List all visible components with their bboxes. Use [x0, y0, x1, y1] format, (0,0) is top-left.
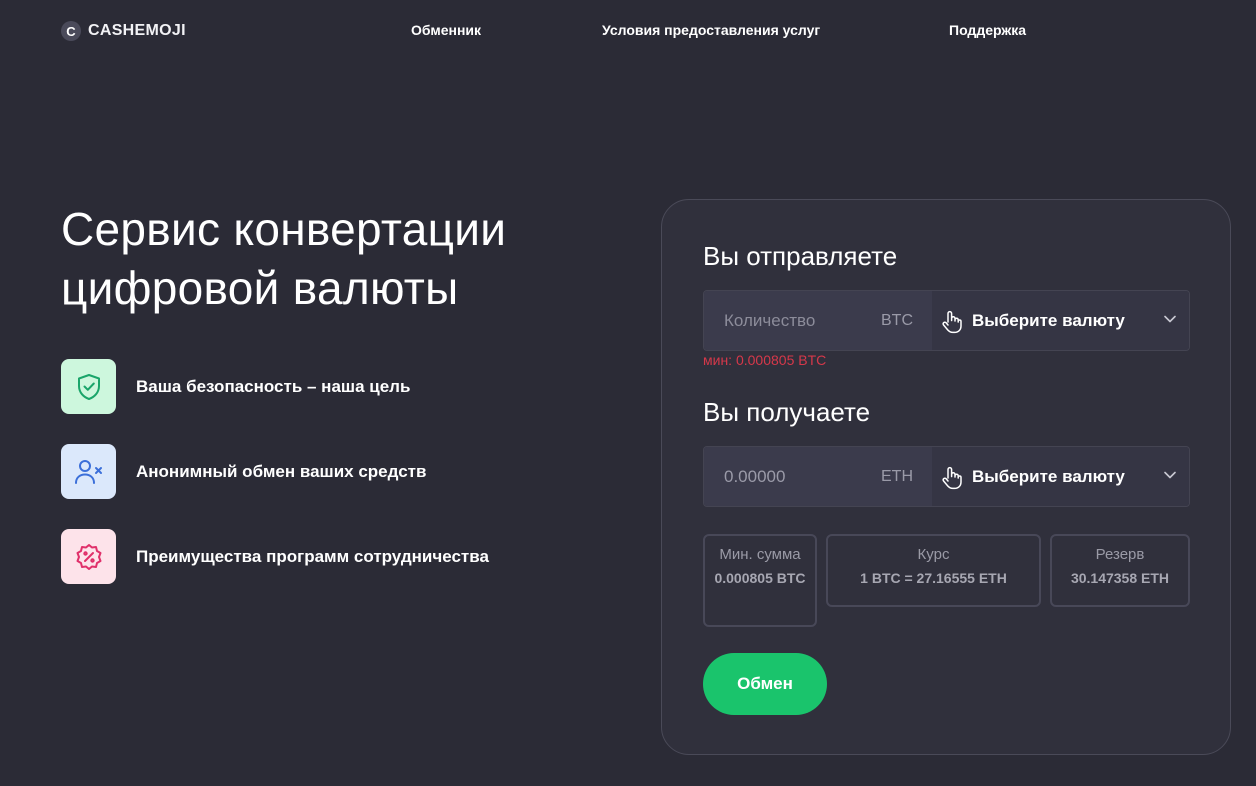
send-select-label: Выберите валюту [972, 311, 1125, 330]
feature-text: Преимущества программ сотрудничества [136, 546, 489, 566]
min-amount-value: 0.000805 BTC [714, 570, 806, 586]
feature-text: Ваша безопасность – наша цель [136, 376, 411, 396]
min-amount-box: Мин. сумма 0.000805 BTC [703, 534, 817, 627]
rate-value: 1 BTC = 27.16555 ETH [860, 570, 1007, 586]
reserve-label: Резерв [1095, 546, 1145, 563]
reserve-box: Резерв 30.147358 ETH [1050, 534, 1190, 607]
rate-label: Курс [917, 546, 950, 563]
send-field-row: BTC Выберите валюту [703, 290, 1190, 351]
exchange-button[interactable]: Обмен [703, 653, 827, 715]
nav-link-support[interactable]: Поддержка [949, 22, 1026, 38]
logo[interactable]: C CASHEMOJI [61, 21, 186, 41]
send-title: Вы отправляете [703, 241, 898, 271]
chevron-down-icon [1164, 471, 1176, 479]
rate-box: Курс 1 BTC = 27.16555 ETH [826, 534, 1041, 607]
send-amount-box: BTC [704, 291, 932, 350]
send-currency-select[interactable]: Выберите валюту [932, 291, 1189, 350]
feature-anonymous: Анонимный обмен ваших средств [61, 444, 426, 499]
feature-partnership: Преимущества программ сотрудничества [61, 529, 489, 584]
receive-unit: ETH [881, 468, 913, 485]
nav-link-exchanger[interactable]: Обменник [411, 22, 481, 38]
send-amount-input[interactable] [724, 291, 864, 350]
receive-amount-input[interactable] [724, 447, 864, 506]
hero-title-line-1: Сервис конвертации [61, 203, 507, 255]
exchange-card: Вы отправляете BTC Выберите валюту мин: … [661, 199, 1231, 755]
send-unit: BTC [881, 312, 913, 329]
min-amount-label: Мин. сумма [719, 546, 801, 563]
feature-security: Ваша безопасность – наша цель [61, 359, 410, 414]
receive-currency-select[interactable]: Выберите валюту [932, 447, 1189, 506]
min-amount-note: мин: 0.000805 BTC [703, 352, 827, 368]
nav-link-terms[interactable]: Условия предоставления услуг [602, 22, 820, 38]
receive-amount-box: ETH [704, 447, 932, 506]
hand-pointer-icon [942, 466, 962, 490]
logo-icon: C [61, 21, 81, 41]
receive-title: Вы получаете [703, 397, 871, 427]
page: C CASHEMOJI Обменник Условия предоставле… [0, 0, 1256, 786]
receive-select-label: Выберите валюту [972, 467, 1125, 486]
reserve-value: 30.147358 ETH [1070, 570, 1170, 586]
user-x-icon [61, 444, 116, 499]
chevron-down-icon [1164, 315, 1176, 323]
receive-field-row: ETH Выберите валюту [703, 446, 1190, 507]
feature-text: Анонимный обмен ваших средств [136, 461, 427, 481]
hero-title: Сервис конвертации цифровой валюты [61, 200, 621, 318]
logo-text: CASHEMOJI [88, 22, 186, 39]
shield-check-icon [61, 359, 116, 414]
percent-badge-icon [61, 529, 116, 584]
hand-pointer-icon [942, 310, 962, 334]
hero-title-line-2: цифровой валюты [61, 262, 459, 314]
site-header: C CASHEMOJI Обменник Условия предоставле… [0, 0, 1256, 62]
